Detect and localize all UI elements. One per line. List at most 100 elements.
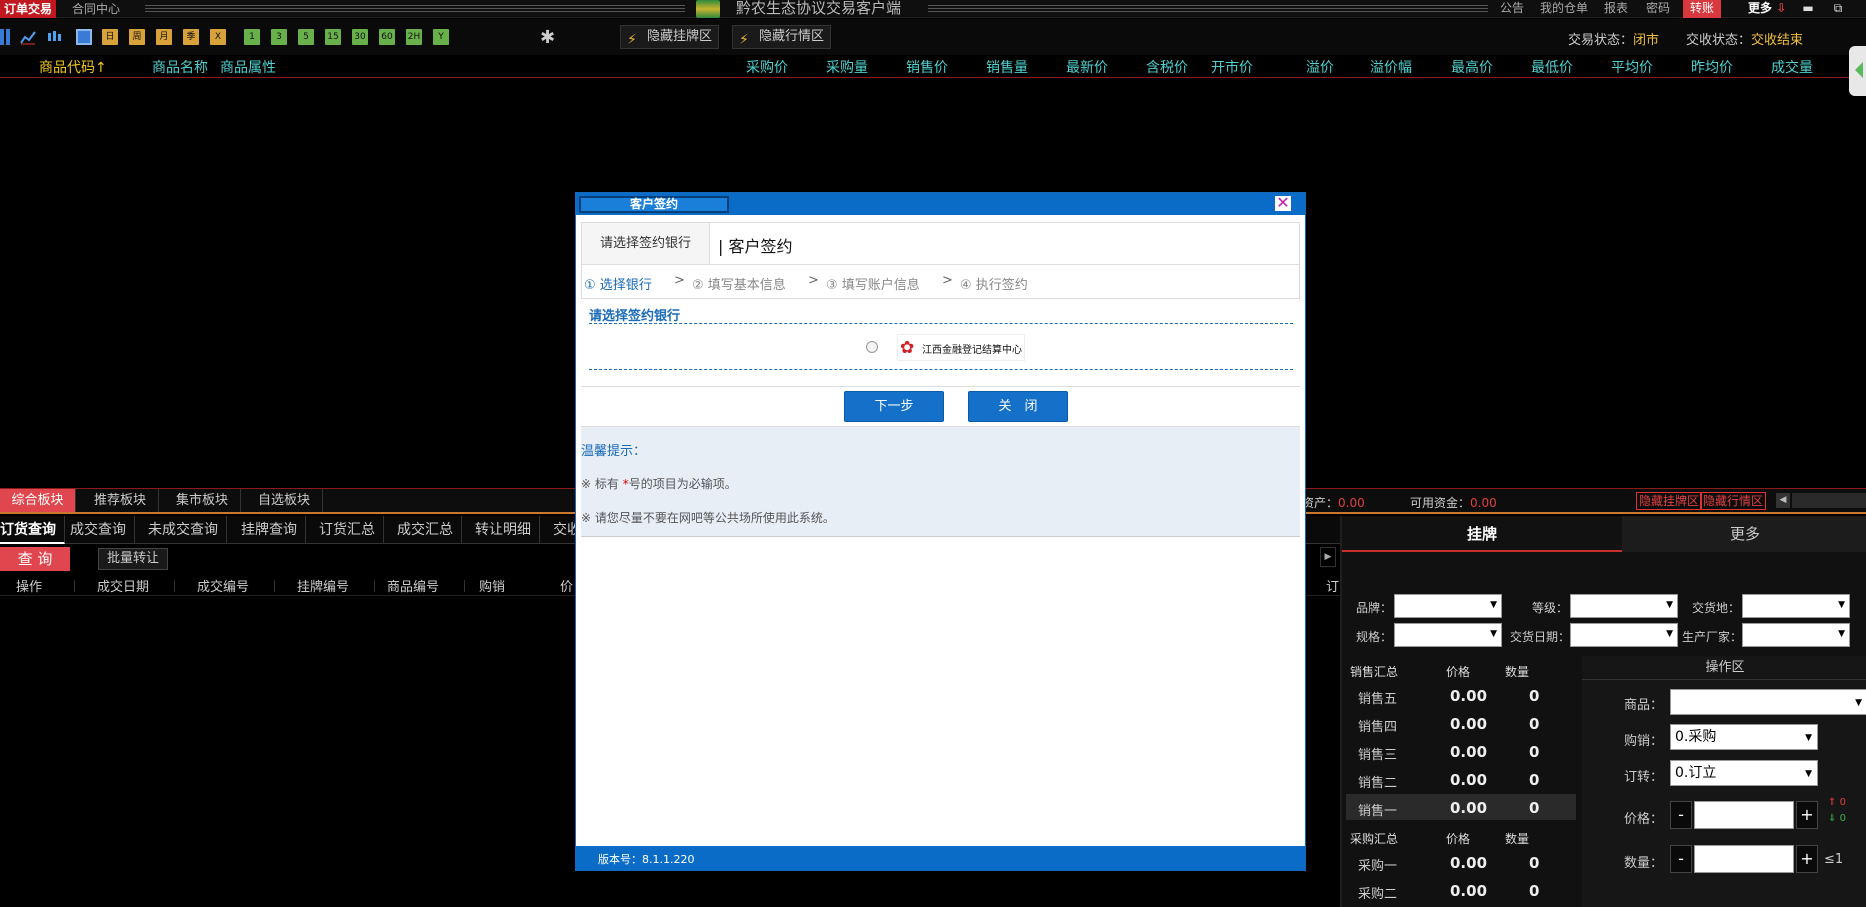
tab-general-board[interactable]: 综合板块 <box>0 489 76 512</box>
tab-more[interactable]: 更多 <box>1622 516 1866 552</box>
bar-chart-icon[interactable] <box>0 29 16 45</box>
period-week-button[interactable]: 周 <box>129 29 145 45</box>
col-sell-qty[interactable]: 销售量 <box>986 57 1028 77</box>
sell-level-row[interactable]: 销售四 0.00 0 <box>1346 710 1576 736</box>
hide-quotes-button[interactable]: ⚡ 隐藏行情区 <box>732 25 832 49</box>
col-buy-price[interactable]: 采购价 <box>746 57 788 77</box>
tab-listing[interactable]: 挂牌 <box>1342 516 1622 552</box>
buy-level-row[interactable]: 采购一 0.00 0 <box>1346 849 1576 875</box>
hide-listing-area-button[interactable]: 隐藏挂牌区 <box>1636 492 1703 510</box>
select-bank-tab[interactable]: 请选择签约银行 <box>582 223 710 264</box>
tab-listing-query[interactable]: 挂牌查询 <box>233 516 306 544</box>
price-minus-button[interactable]: - <box>1670 801 1692 829</box>
close-icon[interactable]: ✕ <box>1274 195 1292 212</box>
col-prev-avg-price[interactable]: 昨均价 <box>1691 57 1733 77</box>
minute-5-button[interactable]: 5 <box>298 29 314 45</box>
tab-scroll-right-icon[interactable]: ▶ <box>1320 547 1336 567</box>
more-menu-button[interactable]: 更多 ⇩ <box>1748 0 1786 18</box>
col-low-price[interactable]: 最低价 <box>1531 57 1573 77</box>
minute-30-button[interactable]: 30 <box>352 29 368 45</box>
spec-label: 规格： <box>1356 630 1393 644</box>
trend-chart-icon[interactable] <box>20 29 36 45</box>
maker-select[interactable] <box>1742 623 1850 647</box>
minimize-icon[interactable]: ▬ <box>1800 0 1816 18</box>
next-step-button[interactable]: 下一步 <box>844 391 944 422</box>
tab-order-summary[interactable]: 订货汇总 <box>311 516 384 544</box>
password-link[interactable]: 密码 <box>1646 0 1670 18</box>
announcement-link[interactable]: 公告 <box>1500 0 1524 18</box>
tab-order-query[interactable]: 订货查询 <box>0 516 65 544</box>
tab-deal-summary[interactable]: 成交汇总 <box>389 516 462 544</box>
period-season-button[interactable]: 季 <box>183 29 199 45</box>
tab-deal-query[interactable]: 成交查询 <box>62 516 135 544</box>
side-expand-tab[interactable] <box>1849 46 1866 96</box>
delivery-date-select[interactable] <box>1570 623 1678 647</box>
grade-select[interactable] <box>1570 594 1678 618</box>
hide-quote-area-button[interactable]: 隐藏行情区 <box>1700 492 1767 510</box>
query-button[interactable]: 查 询 <box>0 547 70 571</box>
sell-level-row[interactable]: 销售一 0.00 0 <box>1346 794 1576 820</box>
tab-market-board[interactable]: 集市板块 <box>164 489 241 512</box>
bank-radio[interactable] <box>866 341 878 353</box>
th-side: 购销 <box>479 580 506 595</box>
report-link[interactable]: 报表 <box>1604 0 1628 18</box>
restore-icon[interactable]: ⧉ <box>1830 0 1846 18</box>
period-x-button[interactable]: X <box>210 29 226 45</box>
title-decoration-right <box>928 5 1488 12</box>
candlestick-icon[interactable] <box>46 29 62 45</box>
minute-1-button[interactable]: 1 <box>244 29 260 45</box>
spec-select[interactable] <box>1394 623 1502 647</box>
col-latest-price[interactable]: 最新价 <box>1066 57 1108 77</box>
col-buy-qty[interactable]: 采购量 <box>826 57 868 77</box>
batch-transfer-button[interactable]: 批量转让 <box>98 548 168 570</box>
period-day-button[interactable]: 日 <box>102 29 118 45</box>
calendar-icon[interactable] <box>76 29 92 45</box>
th-order: 订 <box>1326 580 1340 595</box>
col-premium-rate[interactable]: 溢价幅 <box>1370 57 1412 77</box>
year-button[interactable]: Y <box>433 29 449 45</box>
horizontal-scrollbar[interactable] <box>1792 493 1866 508</box>
tab-contract-center[interactable]: 合同中心 <box>72 0 120 18</box>
quantity-plus-button[interactable]: + <box>1796 845 1818 873</box>
minute-60-button[interactable]: 60 <box>379 29 395 45</box>
col-product-name[interactable]: 商品名称 <box>152 57 208 77</box>
minute-3-button[interactable]: 3 <box>271 29 287 45</box>
my-warehouse-receipt-link[interactable]: 我的仓单 <box>1540 0 1588 18</box>
col-volume[interactable]: 成交量 <box>1771 57 1813 77</box>
col-high-price[interactable]: 最高价 <box>1451 57 1493 77</box>
side-select[interactable]: 0.采购 <box>1670 724 1818 750</box>
tab-pending-query[interactable]: 未成交查询 <box>140 516 227 544</box>
col-avg-price[interactable]: 平均价 <box>1611 57 1653 77</box>
quantity-input[interactable] <box>1694 845 1794 873</box>
sell-level-row[interactable]: 销售二 0.00 0 <box>1346 766 1576 792</box>
minute-15-button[interactable]: 15 <box>325 29 341 45</box>
col-sell-price[interactable]: 销售价 <box>906 57 948 77</box>
tab-recommended-board[interactable]: 推荐板块 <box>82 489 159 512</box>
col-product-attr[interactable]: 商品属性 <box>220 57 276 77</box>
hide-listing-button[interactable]: ⚡ 隐藏挂牌区 <box>620 25 720 49</box>
quantity-minus-button[interactable]: - <box>1670 845 1692 873</box>
tab-watchlist-board[interactable]: 自选板块 <box>246 489 323 512</box>
scroll-left-icon[interactable]: ◀ <box>1776 493 1790 508</box>
product-select[interactable] <box>1670 689 1866 715</box>
col-product-code[interactable]: 商品代码↑ <box>39 57 107 77</box>
price-plus-button[interactable]: + <box>1796 801 1818 829</box>
price-input[interactable] <box>1694 801 1794 829</box>
transfer-button[interactable]: 转账 <box>1683 0 1721 18</box>
buy-level-row[interactable]: 采购二 0.00 0 <box>1346 877 1576 903</box>
close-button[interactable]: 关 闭 <box>968 391 1068 422</box>
bank-logo[interactable]: ✿ 江西金融登记结算中心 <box>897 334 1025 361</box>
hour-2-button[interactable]: 2H <box>406 29 422 45</box>
delivery-place-select[interactable] <box>1742 594 1850 618</box>
sell-level-row[interactable]: 销售五 0.00 0 <box>1346 682 1576 708</box>
tab-transfer-detail[interactable]: 转让明细 <box>467 516 540 544</box>
brand-select[interactable] <box>1394 594 1502 618</box>
col-tax-price[interactable]: 含税价 <box>1146 57 1188 77</box>
tab-order-trading[interactable]: 订单交易 <box>0 0 57 18</box>
col-premium[interactable]: 溢价 <box>1306 57 1334 77</box>
col-open-price[interactable]: 开市价 <box>1211 57 1253 77</box>
sell-level-row[interactable]: 销售三 0.00 0 <box>1346 738 1576 764</box>
gear-icon[interactable]: ✱ <box>540 27 555 48</box>
order-type-select[interactable]: 0.订立 <box>1670 760 1818 786</box>
period-month-button[interactable]: 月 <box>156 29 172 45</box>
